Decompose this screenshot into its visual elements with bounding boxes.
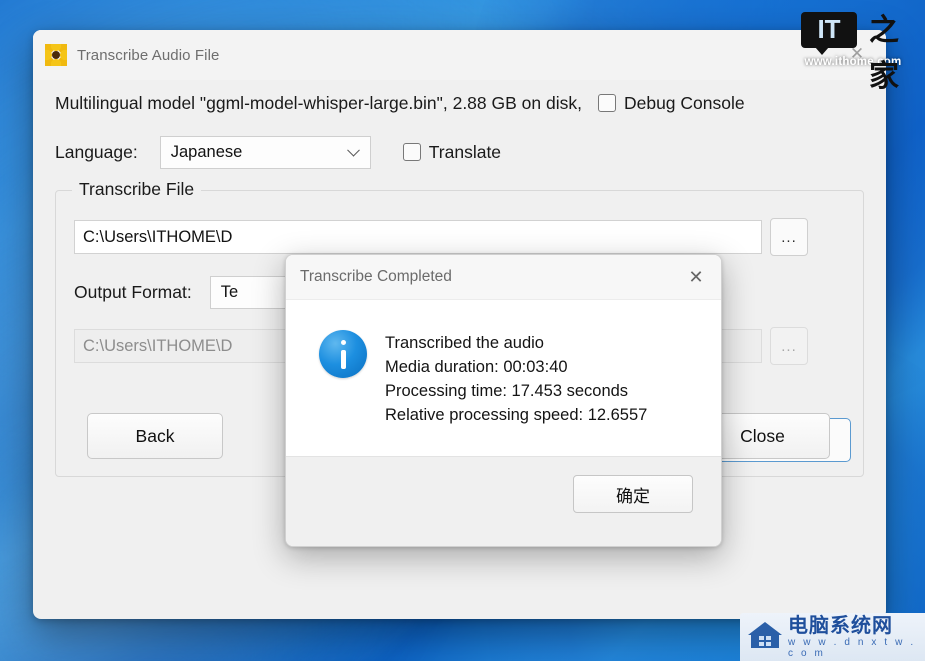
group-title: Transcribe File <box>72 179 202 200</box>
debug-console-checkbox[interactable]: Debug Console <box>597 92 745 114</box>
desktop-background: Transcribe Audio File ✕ Multilingual mod… <box>0 0 925 661</box>
dialog-title-bar[interactable]: Transcribe Completed ✕ <box>286 255 721 300</box>
language-value: Japanese <box>170 142 243 161</box>
transcribe-completed-dialog: Transcribe Completed ✕ Transcribed the a… <box>285 254 722 547</box>
dialog-message: Transcribed the audio Media duration: 00… <box>385 330 647 457</box>
dialog-close-icon[interactable]: ✕ <box>683 264 709 290</box>
model-info-row: Multilingual model "ggml-model-whisper-l… <box>55 86 864 120</box>
dialog-content: Transcribed the audio Media duration: 00… <box>286 300 721 457</box>
checkbox-box <box>597 94 616 112</box>
window-title: Transcribe Audio File <box>77 46 220 64</box>
language-row: Language: Japanese Translate <box>55 134 864 170</box>
dialog-line-3: Processing time: 17.453 seconds <box>385 382 629 400</box>
close-icon[interactable]: ✕ <box>842 42 872 66</box>
language-select[interactable]: Japanese <box>159 135 371 169</box>
window-title-bar[interactable]: Transcribe Audio File ✕ <box>33 30 886 80</box>
input-file-row: C:\Users\ITHOME\D ... <box>74 218 809 256</box>
ok-button[interactable]: 确定 <box>573 475 693 513</box>
output-format-label: Output Format: <box>74 282 192 302</box>
translate-checkbox[interactable]: Translate <box>402 141 502 163</box>
dialog-footer: 确定 <box>286 456 721 546</box>
checkbox-box <box>402 143 421 161</box>
main-window: Transcribe Audio File ✕ Multilingual mod… <box>33 30 886 619</box>
chevron-down-icon <box>346 143 360 157</box>
output-format-value: Te <box>220 283 239 301</box>
dialog-line-2: Media duration: 00:03:40 <box>385 358 568 376</box>
model-info-text: Multilingual model "ggml-model-whisper-l… <box>55 92 582 113</box>
dialog-line-4: Relative processing speed: 12.6557 <box>385 406 648 424</box>
language-label: Language: <box>55 141 138 162</box>
dialog-title: Transcribe Completed <box>300 268 452 285</box>
input-path-field[interactable]: C:\Users\ITHOME\D <box>74 220 762 254</box>
browse-output-button: ... <box>770 327 808 365</box>
info-icon <box>319 330 367 378</box>
debug-console-label: Debug Console <box>623 92 745 113</box>
back-button[interactable]: Back <box>87 413 223 459</box>
browse-input-button[interactable]: ... <box>770 218 808 256</box>
dialog-line-1: Transcribed the audio <box>385 334 544 352</box>
sunflower-icon <box>45 44 67 66</box>
translate-label: Translate <box>428 141 502 162</box>
